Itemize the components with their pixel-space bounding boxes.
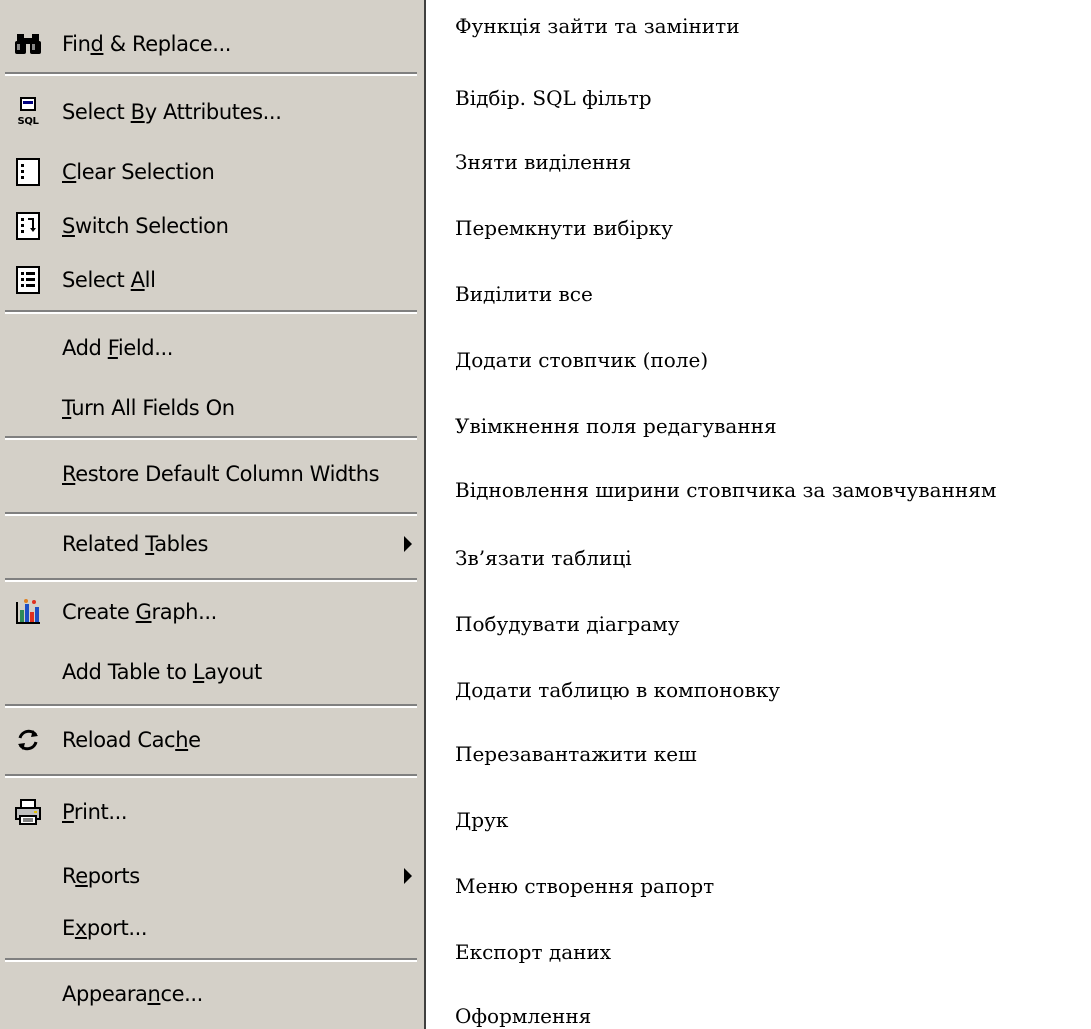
- menu-item-label: Export...: [62, 916, 148, 940]
- menu-item-find-replace[interactable]: Find & Replace...: [0, 18, 424, 70]
- graph-icon: [13, 597, 43, 627]
- menu-separator: [5, 704, 417, 708]
- menu-item-label: Switch Selection: [62, 214, 229, 238]
- submenu-arrow-icon: [404, 868, 412, 884]
- description-appearance: Оформлення: [455, 1004, 592, 1028]
- clear-selection-icon: [13, 157, 43, 187]
- description-export: Експорт даних: [455, 940, 612, 964]
- menu-item-turn-all-fields-on[interactable]: Turn All Fields On: [0, 382, 424, 434]
- description-find-replace: Функція зайти та замінити: [455, 14, 740, 38]
- description-reload-cache: Перезавантажити кеш: [455, 742, 697, 766]
- description-select-by-attributes: Відбір. SQL фільтр: [455, 86, 652, 110]
- printer-icon: [13, 797, 43, 827]
- menu-item-switch-selection[interactable]: Switch Selection: [0, 200, 424, 252]
- menu-separator: [5, 72, 417, 76]
- menu-separator: [5, 578, 417, 582]
- menu-item-label: Turn All Fields On: [62, 396, 235, 420]
- description-print: Друк: [455, 808, 509, 832]
- menu-item-label: Create Graph...: [62, 600, 217, 624]
- menu-item-label: Restore Default Column Widths: [62, 462, 380, 486]
- select-all-icon: [13, 265, 43, 295]
- menu-item-add-table-to-layout[interactable]: Add Table to Layout: [0, 646, 424, 698]
- menu-item-label: Appearance...: [62, 982, 203, 1006]
- description-restore-column-widths: Відновлення ширини стовпчика за замовчув…: [455, 478, 997, 502]
- menu-item-label: Select By Attributes...: [62, 100, 282, 124]
- description-clear-selection: Зняти виділення: [455, 150, 632, 174]
- submenu-arrow-icon: [404, 536, 412, 552]
- description-create-graph: Побудувати діаграму: [455, 612, 680, 636]
- menu-item-label: Reports: [62, 864, 140, 888]
- menu-item-add-field[interactable]: Add Field...: [0, 322, 424, 374]
- description-related-tables: Зв’язати таблиці: [455, 546, 632, 570]
- menu-item-label: Add Table to Layout: [62, 660, 262, 684]
- menu-item-label: Print...: [62, 800, 128, 824]
- menu-item-label: Add Field...: [62, 336, 174, 360]
- menu-separator: [5, 774, 417, 778]
- binoculars-icon: [13, 29, 43, 59]
- description-reports: Меню створення рапорт: [455, 874, 715, 898]
- menu-item-label: Clear Selection: [62, 160, 215, 184]
- menu-item-print[interactable]: Print...: [0, 786, 424, 838]
- description-add-table-to-layout: Додати таблицю в компоновку: [455, 678, 780, 702]
- menu-item-reload-cache[interactable]: Reload Cache: [0, 714, 424, 766]
- menu-separator: [5, 958, 417, 962]
- menu-item-related-tables[interactable]: Related Tables: [0, 518, 424, 570]
- description-switch-selection: Перемкнути вибірку: [455, 216, 673, 240]
- description-add-field: Додати стовпчик (поле): [455, 348, 709, 372]
- menu-item-label: Select All: [62, 268, 156, 292]
- menu-item-export[interactable]: Export...: [0, 902, 424, 954]
- menu-item-select-all[interactable]: Select All: [0, 254, 424, 306]
- description-select-all: Виділити все: [455, 282, 593, 306]
- menu-item-label: Related Tables: [62, 532, 209, 556]
- menu-item-clear-selection[interactable]: Clear Selection: [0, 146, 424, 198]
- reload-icon: [13, 725, 43, 755]
- menu-separator: [5, 310, 417, 314]
- menu-item-restore-column-widths[interactable]: Restore Default Column Widths: [0, 448, 424, 500]
- description-turn-all-fields-on: Увімкнення поля редагування: [455, 414, 777, 438]
- sql-icon: SQL: [13, 97, 43, 127]
- menu-item-reports[interactable]: Reports: [0, 850, 424, 902]
- menu-item-label: Find & Replace...: [62, 32, 232, 56]
- menu-separator: [5, 512, 417, 516]
- menu-item-select-by-attributes[interactable]: SQL Select By Attributes...: [0, 86, 424, 138]
- menu-separator: [5, 436, 417, 440]
- switch-selection-icon: [13, 211, 43, 241]
- menu-item-create-graph[interactable]: Create Graph...: [0, 586, 424, 638]
- context-menu: Find & Replace... SQL Select By Attribut…: [0, 0, 426, 1029]
- svg-text:SQL: SQL: [18, 116, 40, 127]
- menu-item-label: Reload Cache: [62, 728, 201, 752]
- menu-item-appearance[interactable]: Appearance...: [0, 968, 424, 1020]
